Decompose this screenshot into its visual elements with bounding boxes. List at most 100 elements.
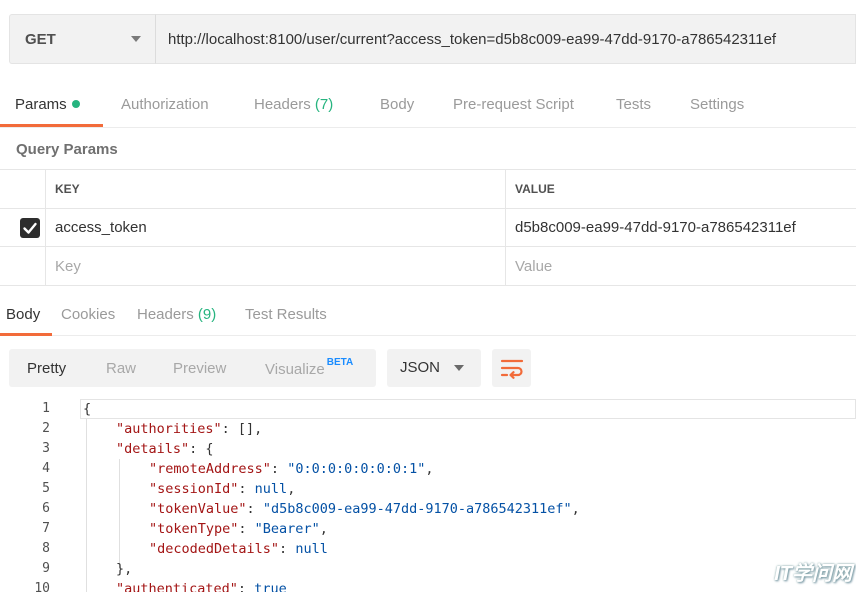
key-column-header: KEY (46, 170, 506, 208)
language-label: JSON (400, 359, 441, 376)
line-number: 2 (42, 421, 50, 436)
code-line: 10 "authenticated": true (0, 579, 856, 592)
line-number: 1 (42, 401, 50, 416)
json-value: "0:0:0:0:0:0:0:1" (287, 461, 426, 477)
table-row-empty: Key Value (0, 247, 856, 286)
line-number: 5 (42, 481, 50, 496)
tab-params-label: Params (15, 96, 67, 113)
json-key: "details" (116, 441, 190, 457)
code-text: { (83, 401, 92, 417)
current-line-highlight (80, 399, 856, 419)
code-text: "remoteAddress": "0:0:0:0:0:0:0:1", (149, 461, 434, 477)
visualize-label: Visualize (265, 361, 325, 378)
code-text: "authenticated": true (116, 579, 287, 592)
request-bar: GET http://localhost:8100/user/current?a… (9, 14, 856, 64)
new-key-input[interactable]: Key (46, 247, 506, 285)
code-line: 4 "remoteAddress": "0:0:0:0:0:0:0:1", (0, 459, 856, 479)
json-punct: : { (189, 441, 214, 457)
tab-tests-label: Tests (616, 96, 652, 113)
table-row: access_token d5b8c009-ea99-47dd-9170-a78… (0, 209, 856, 247)
code-line: 7 "tokenType": "Bearer", (0, 519, 856, 539)
response-tab-headers-count: (9) (197, 306, 217, 323)
raw-button[interactable]: Raw (106, 360, 136, 377)
tab-tests[interactable]: Tests (616, 96, 651, 113)
watermark-logo: IT学问网 (774, 563, 852, 585)
code-text: "decodedDetails": null (149, 541, 328, 557)
code-line: 2 "authorities": [], (0, 419, 856, 439)
line-number: 9 (42, 561, 50, 576)
json-key: "tokenType" (149, 521, 239, 537)
url-input[interactable]: http://localhost:8100/user/current?acces… (155, 14, 856, 64)
method-select[interactable]: GET (9, 14, 155, 64)
tab-headers[interactable]: Headers (7) (254, 96, 333, 113)
tab-pre-request-script-label: Pre-request Script (453, 96, 574, 113)
query-params-title: Query Params (16, 141, 118, 158)
param-value-input[interactable]: d5b8c009-ea99-47dd-9170-a786542311ef (506, 209, 856, 246)
method-label: GET (25, 30, 56, 48)
code-text: "sessionId": null, (149, 481, 296, 497)
active-tab-underline (0, 124, 103, 127)
code-line: 8 "decodedDetails": null (0, 539, 856, 559)
tab-pre-request-script[interactable]: Pre-request Script (453, 96, 574, 113)
params-table-header: KEY VALUE (0, 170, 856, 209)
response-body-viewer[interactable]: 1 { 2 "authorities": [], 3 "details": { … (0, 399, 856, 592)
response-tab-body-label: Body (6, 306, 41, 323)
empty-check-cell (0, 247, 46, 285)
json-key: "decodedDetails" (149, 541, 280, 557)
tab-body[interactable]: Body (380, 96, 414, 113)
code-text: }, (116, 561, 133, 577)
tab-settings-label: Settings (690, 96, 745, 113)
status-dot-icon (71, 100, 80, 109)
visualize-button[interactable]: Visualize BETA (265, 357, 354, 378)
tab-body-label: Body (380, 96, 415, 113)
line-number: 10 (34, 581, 50, 592)
tab-headers-count: (7) (314, 96, 334, 113)
chevron-down-icon (454, 365, 464, 371)
code-line: 9 }, (0, 559, 856, 579)
active-response-tab-underline (0, 333, 52, 336)
code-text: "tokenType": "Bearer", (149, 521, 328, 537)
code-line: 3 "details": { (0, 439, 856, 459)
pretty-button[interactable]: Pretty (27, 360, 66, 377)
line-number: 6 (42, 501, 50, 516)
response-tab-test-results[interactable]: Test Results (245, 306, 327, 323)
param-enabled-checkbox[interactable] (20, 218, 40, 238)
tab-headers-label: Headers (254, 96, 311, 113)
params-table: KEY VALUE access_token d5b8c009-ea99-47d… (0, 169, 856, 286)
response-tab-headers[interactable]: Headers (9) (137, 306, 216, 323)
header-check-cell (0, 170, 46, 208)
tab-authorization-label: Authorization (121, 96, 209, 113)
beta-badge: BETA (326, 357, 354, 368)
language-select[interactable]: JSON (387, 349, 481, 387)
code-line: 1 { (0, 399, 856, 419)
code-text: "authorities": [], (116, 419, 262, 439)
preview-button[interactable]: Preview (173, 360, 226, 377)
json-key: "authorities" (116, 421, 222, 437)
tab-authorization[interactable]: Authorization (121, 96, 209, 113)
response-tab-test-results-label: Test Results (245, 306, 327, 323)
line-number: 7 (42, 521, 50, 536)
response-tab-headers-label: Headers (137, 306, 194, 323)
json-value: true (254, 581, 287, 592)
row-check-cell (0, 209, 46, 246)
tab-params[interactable]: Params (15, 96, 80, 113)
wrap-lines-button[interactable] (492, 349, 531, 387)
json-key: "authenticated" (116, 581, 238, 592)
response-tab-cookies[interactable]: Cookies (61, 306, 115, 323)
new-value-input[interactable]: Value (506, 247, 856, 285)
code-text: "details": { (116, 439, 214, 459)
json-key: "sessionId" (149, 481, 239, 497)
code-text: "tokenValue": "d5b8c009-ea99-47dd-9170-a… (149, 501, 580, 517)
code-line: 6 "tokenValue": "d5b8c009-ea99-47dd-9170… (0, 499, 856, 519)
param-key-input[interactable]: access_token (46, 209, 506, 246)
json-value: null (295, 541, 328, 557)
json-value: null (254, 481, 288, 497)
response-tab-cookies-label: Cookies (61, 306, 116, 323)
tab-settings[interactable]: Settings (690, 96, 744, 113)
json-value: "Bearer" (254, 521, 320, 537)
response-tab-body[interactable]: Body (6, 306, 40, 323)
json-value: "d5b8c009-ea99-47dd-9170-a786542311ef" (262, 501, 572, 517)
json-key: "remoteAddress" (149, 461, 271, 477)
checkmark-icon (23, 222, 37, 234)
json-punct: : [], (221, 421, 263, 437)
